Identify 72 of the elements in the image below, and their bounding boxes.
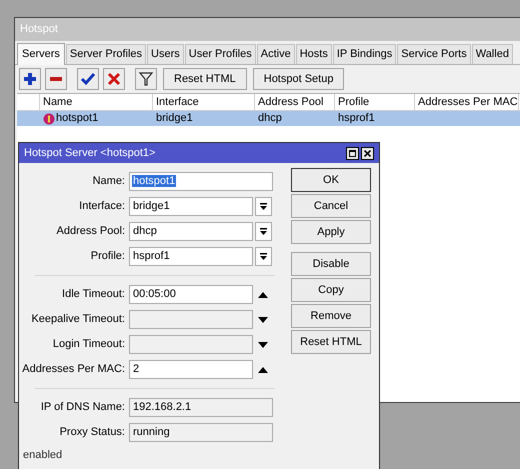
input-field[interactable]: 2	[129, 360, 253, 379]
column-header[interactable]: Addresses Per MAC	[415, 94, 519, 110]
cross-icon	[106, 71, 122, 87]
expand-up-icon[interactable]	[258, 366, 268, 372]
input-field[interactable]: hotspot1	[129, 172, 273, 191]
field-label: Proxy Status:	[58, 425, 126, 440]
toolbar-button[interactable]	[45, 68, 67, 90]
expand-down-icon[interactable]	[258, 316, 268, 322]
tab[interactable]: Users	[147, 44, 184, 64]
field-label: IP of DNS Name:	[40, 400, 126, 416]
expand-down-icon[interactable]	[258, 342, 268, 348]
toolbar-button[interactable]	[77, 68, 99, 90]
column-header[interactable]: Address Pool	[255, 94, 335, 110]
check-icon	[80, 71, 96, 87]
tab[interactable]: User Profiles	[184, 44, 256, 64]
tab[interactable]: Active	[256, 44, 295, 64]
dialog-title: Hotspot Server <hotspot1>	[24, 146, 156, 161]
toolbar-button[interactable]: Hotspot Setup	[252, 68, 344, 90]
column-header[interactable]: Interface	[153, 94, 255, 110]
column-header[interactable]: Profile	[335, 94, 415, 110]
tab[interactable]: Hosts	[296, 44, 332, 64]
input-field[interactable]: running	[129, 423, 273, 442]
dialog-button[interactable]: Disable	[291, 252, 371, 276]
input-field[interactable]: 00:05:00	[129, 285, 253, 304]
tab[interactable]: Server Profiles	[66, 44, 146, 64]
dropdown-button[interactable]	[255, 222, 272, 241]
dropdown-button[interactable]	[255, 247, 272, 266]
dialog-button[interactable]: Apply	[291, 220, 371, 244]
dropdown-button[interactable]	[255, 197, 272, 216]
filter-icon	[138, 71, 154, 87]
toolbar-button[interactable]: Reset HTML	[163, 68, 247, 90]
table-cell: dhcp	[258, 111, 282, 126]
field-label: Addresses Per MAC:	[21, 362, 126, 378]
maximize-icon[interactable]	[346, 146, 359, 160]
dropdown-icon	[260, 252, 267, 260]
input-field[interactable]: bridge1	[129, 197, 253, 216]
server-icon	[43, 112, 55, 124]
toolbar-button[interactable]	[19, 68, 41, 90]
dropdown-icon	[260, 202, 267, 210]
field-label: Login Timeout:	[52, 337, 126, 352]
tab[interactable]: Service Ports	[397, 44, 471, 64]
field-label: Name:	[92, 174, 126, 190]
dialog-button[interactable]: Copy	[291, 278, 371, 302]
tab[interactable]: Walled	[472, 44, 513, 64]
tab[interactable]: Servers	[17, 43, 65, 65]
status-text: enabled	[23, 448, 62, 463]
dialog-button[interactable]: Reset HTML	[291, 330, 371, 354]
dialog-button[interactable]: Remove	[291, 304, 371, 328]
input-field[interactable]: dhcp	[129, 222, 253, 241]
table-row[interactable]: hotspot1 bridge1 dhcp hsprof1	[17, 111, 520, 126]
table-cell: hsprof1	[338, 111, 375, 126]
table-cell: hotspot1	[56, 111, 98, 126]
input-field[interactable]: 192.168.2.1	[129, 398, 273, 417]
tab[interactable]: IP Bindings	[332, 44, 396, 64]
input-field[interactable]: hsprof1	[129, 247, 253, 266]
dialog-button[interactable]: OK	[291, 168, 371, 192]
field-label: Profile:	[90, 249, 126, 264]
column-header[interactable]: Name	[40, 94, 153, 110]
dropdown-icon	[260, 228, 267, 236]
table-cell: bridge1	[156, 111, 193, 126]
input-field[interactable]	[129, 310, 253, 329]
field-label: Idle Timeout:	[61, 287, 126, 302]
field-label: Interface:	[78, 199, 126, 214]
field-label: Keepalive Timeout:	[30, 312, 126, 328]
input-field[interactable]	[129, 335, 253, 354]
add-icon	[22, 71, 38, 87]
close-icon[interactable]	[361, 146, 374, 160]
expand-up-icon[interactable]	[258, 292, 268, 298]
dialog-button[interactable]: Cancel	[291, 194, 371, 218]
field-label: Address Pool:	[56, 224, 126, 240]
toolbar-button[interactable]	[135, 68, 157, 90]
window-title: Hotspot	[15, 18, 520, 41]
